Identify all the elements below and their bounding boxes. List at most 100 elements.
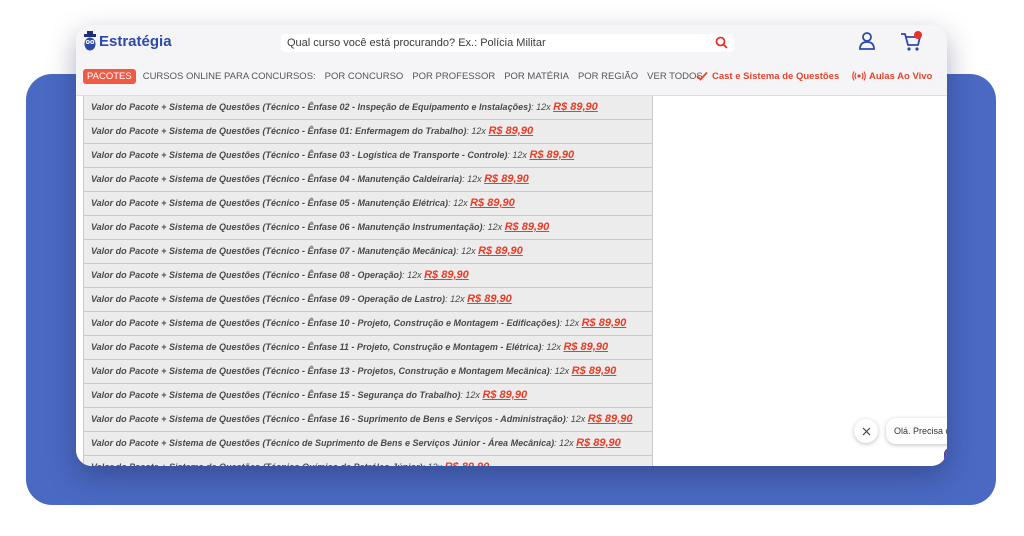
package-title: Valor do Pacote + Sistema de Questões (T… bbox=[91, 246, 456, 256]
package-name: (Técnico - Ênfase 11 - Projeto, Construç… bbox=[262, 342, 542, 352]
package-row: Valor do Pacote + Sistema de Questões (T… bbox=[84, 168, 652, 192]
package-row: Valor do Pacote + Sistema de Questões (T… bbox=[84, 192, 652, 216]
package-prefix: Valor do Pacote + Sistema de Questões bbox=[91, 150, 260, 160]
package-name: (Técnico - Ênfase 02 - Inspeção de Equip… bbox=[262, 102, 532, 112]
package-name: (Técnico - Ênfase 01: Enfermagem do Trab… bbox=[262, 126, 467, 136]
check-icon bbox=[696, 71, 708, 81]
package-row: Valor do Pacote + Sistema de Questões (T… bbox=[84, 240, 652, 264]
package-price[interactable]: R$ 89,90 bbox=[478, 245, 523, 257]
broadcast-icon bbox=[852, 71, 866, 81]
nav-item-ver-todos[interactable]: VER TODOS bbox=[647, 71, 703, 82]
package-row: Valor do Pacote + Sistema de Questões (T… bbox=[84, 96, 652, 120]
package-title: Valor do Pacote + Sistema de Questões (T… bbox=[91, 366, 550, 376]
package-prefix: Valor do Pacote + Sistema de Questões bbox=[91, 294, 260, 304]
package-prefix: Valor do Pacote + Sistema de Questões bbox=[91, 438, 260, 448]
package-price[interactable]: R$ 89,90 bbox=[505, 221, 550, 233]
package-title: Valor do Pacote + Sistema de Questões (T… bbox=[91, 150, 507, 160]
installments-label: 12x bbox=[559, 438, 574, 448]
package-row: Valor do Pacote + Sistema de Questões (T… bbox=[84, 456, 652, 466]
nav-item-cursos-online[interactable]: CURSOS ONLINE PARA CONCURSOS: bbox=[143, 71, 316, 82]
package-row: Valor do Pacote + Sistema de Questões (T… bbox=[84, 144, 652, 168]
installments-label: 12x bbox=[536, 102, 551, 112]
installments-label: 12x bbox=[461, 246, 476, 256]
package-name: (Técnico - Ênfase 15 - Segurança do Trab… bbox=[262, 390, 461, 400]
package-price[interactable]: R$ 89,90 bbox=[488, 125, 533, 137]
installments-label: 12x bbox=[453, 198, 468, 208]
chat-widget: Olá. Precisa de bbox=[854, 418, 947, 444]
page-content: Valor do Pacote + Sistema de Questões (T… bbox=[76, 96, 947, 466]
package-prefix: Valor do Pacote + Sistema de Questões bbox=[91, 318, 260, 328]
package-prefix: Valor do Pacote + Sistema de Questões bbox=[91, 246, 260, 256]
package-prefix: Valor do Pacote + Sistema de Questões bbox=[91, 390, 260, 400]
package-row: Valor do Pacote + Sistema de Questões (T… bbox=[84, 384, 652, 408]
installments-label: 12x bbox=[512, 150, 527, 160]
package-name: (Técnico - Ênfase 05 - Manutenção Elétri… bbox=[262, 198, 449, 208]
package-name: (Técnico - Ênfase 04 - Manutenção Caldei… bbox=[262, 174, 463, 184]
chat-launcher-button[interactable] bbox=[944, 448, 947, 466]
live-classes-link[interactable]: Aulas Ao Vivo bbox=[852, 67, 932, 85]
package-row: Valor do Pacote + Sistema de Questões (T… bbox=[84, 336, 652, 360]
nav-item-pacotes[interactable]: PACOTES bbox=[83, 68, 136, 84]
browser-window: Estratégia PACOTES CURSOS ONLINE PARA CO… bbox=[76, 25, 947, 466]
package-prefix: Valor do Pacote + Sistema de Questões bbox=[91, 174, 260, 184]
chat-message[interactable]: Olá. Precisa de bbox=[886, 418, 947, 444]
package-row: Valor do Pacote + Sistema de Questões (T… bbox=[84, 120, 652, 144]
search-input[interactable] bbox=[287, 34, 687, 52]
owl-logo-icon bbox=[84, 31, 96, 51]
installments-label: 12x bbox=[546, 342, 561, 352]
package-price[interactable]: R$ 89,90 bbox=[572, 365, 617, 377]
chat-close-button[interactable] bbox=[854, 419, 878, 443]
package-row: Valor do Pacote + Sistema de Questões (T… bbox=[84, 216, 652, 240]
package-price[interactable]: R$ 89,90 bbox=[553, 101, 598, 113]
cart-icon[interactable] bbox=[900, 31, 924, 53]
package-price[interactable]: R$ 89,90 bbox=[424, 269, 469, 281]
package-price[interactable]: R$ 89,90 bbox=[484, 173, 529, 185]
package-title: Valor do Pacote + Sistema de Questões (T… bbox=[91, 414, 566, 424]
site-header: Estratégia PACOTES CURSOS ONLINE PARA CO… bbox=[76, 25, 947, 96]
package-price[interactable]: R$ 89,90 bbox=[576, 437, 621, 449]
cast-link[interactable]: Cast e Sistema de Questões bbox=[696, 67, 839, 85]
package-price[interactable]: R$ 89,90 bbox=[563, 341, 608, 353]
package-price[interactable]: R$ 89,90 bbox=[467, 293, 512, 305]
package-prefix: Valor do Pacote + Sistema de Questões bbox=[91, 222, 260, 232]
installments-label: 12x bbox=[554, 366, 570, 376]
package-price[interactable]: R$ 89,90 bbox=[470, 197, 515, 209]
installments-label: 12x bbox=[407, 270, 422, 280]
package-prefix: Valor do Pacote + Sistema de Questões bbox=[91, 270, 260, 280]
package-title: Valor do Pacote + Sistema de Questões (T… bbox=[91, 198, 448, 208]
package-prefix: Valor do Pacote + Sistema de Questões bbox=[91, 366, 260, 376]
package-title: Valor do Pacote + Sistema de Questões (T… bbox=[91, 462, 423, 466]
installments-label: 12x bbox=[450, 294, 465, 304]
package-name: (Técnico - Ênfase 07 - Manutenção Mecâni… bbox=[262, 246, 457, 256]
close-icon bbox=[862, 427, 870, 435]
package-price[interactable]: R$ 89,90 bbox=[445, 461, 490, 466]
search-box[interactable] bbox=[281, 34, 734, 52]
search-icon[interactable] bbox=[715, 36, 728, 49]
nav-item-por-regiao[interactable]: POR REGIÃO bbox=[578, 71, 638, 82]
package-price[interactable]: R$ 89,90 bbox=[529, 149, 574, 161]
logo[interactable]: Estratégia bbox=[83, 29, 172, 53]
package-title: Valor do Pacote + Sistema de Questões (T… bbox=[91, 174, 462, 184]
package-row: Valor do Pacote + Sistema de Questões (T… bbox=[84, 312, 652, 336]
installments-label: 12x bbox=[487, 222, 503, 232]
package-title: Valor do Pacote + Sistema de Questões (T… bbox=[91, 270, 402, 280]
nav-item-por-professor[interactable]: POR PROFESSOR bbox=[412, 71, 495, 82]
package-name: (Técnico de Suprimento de Bens e Serviço… bbox=[262, 438, 555, 448]
main-nav: PACOTES CURSOS ONLINE PARA CONCURSOS: PO… bbox=[83, 67, 712, 85]
package-title: Valor do Pacote + Sistema de Questões (T… bbox=[91, 318, 560, 328]
package-row: Valor do Pacote + Sistema de Questões (T… bbox=[84, 288, 652, 312]
package-title: Valor do Pacote + Sistema de Questões (T… bbox=[91, 342, 541, 352]
nav-item-por-concurso[interactable]: POR CONCURSO bbox=[325, 71, 404, 82]
package-name: (Técnico - Ênfase 13 - Projetos, Constru… bbox=[262, 366, 550, 376]
package-row: Valor do Pacote + Sistema de Questões (T… bbox=[84, 264, 652, 288]
nav-item-por-materia[interactable]: POR MATÉRIA bbox=[504, 71, 569, 82]
package-price[interactable]: R$ 89,90 bbox=[582, 317, 627, 329]
packages-table: Valor do Pacote + Sistema de Questões (T… bbox=[83, 96, 653, 466]
package-name: (Técnico - Ênfase 16 - Suprimento de Ben… bbox=[262, 414, 566, 424]
package-name: (Técnico - Ênfase 09 - Operação de Lastr… bbox=[262, 294, 446, 304]
package-price[interactable]: R$ 89,90 bbox=[482, 389, 527, 401]
user-icon[interactable] bbox=[858, 31, 876, 51]
package-row: Valor do Pacote + Sistema de Questões (T… bbox=[84, 408, 652, 432]
package-price[interactable]: R$ 89,90 bbox=[588, 413, 633, 425]
package-name: (Técnico - Ênfase 10 - Projeto, Construç… bbox=[262, 318, 560, 328]
